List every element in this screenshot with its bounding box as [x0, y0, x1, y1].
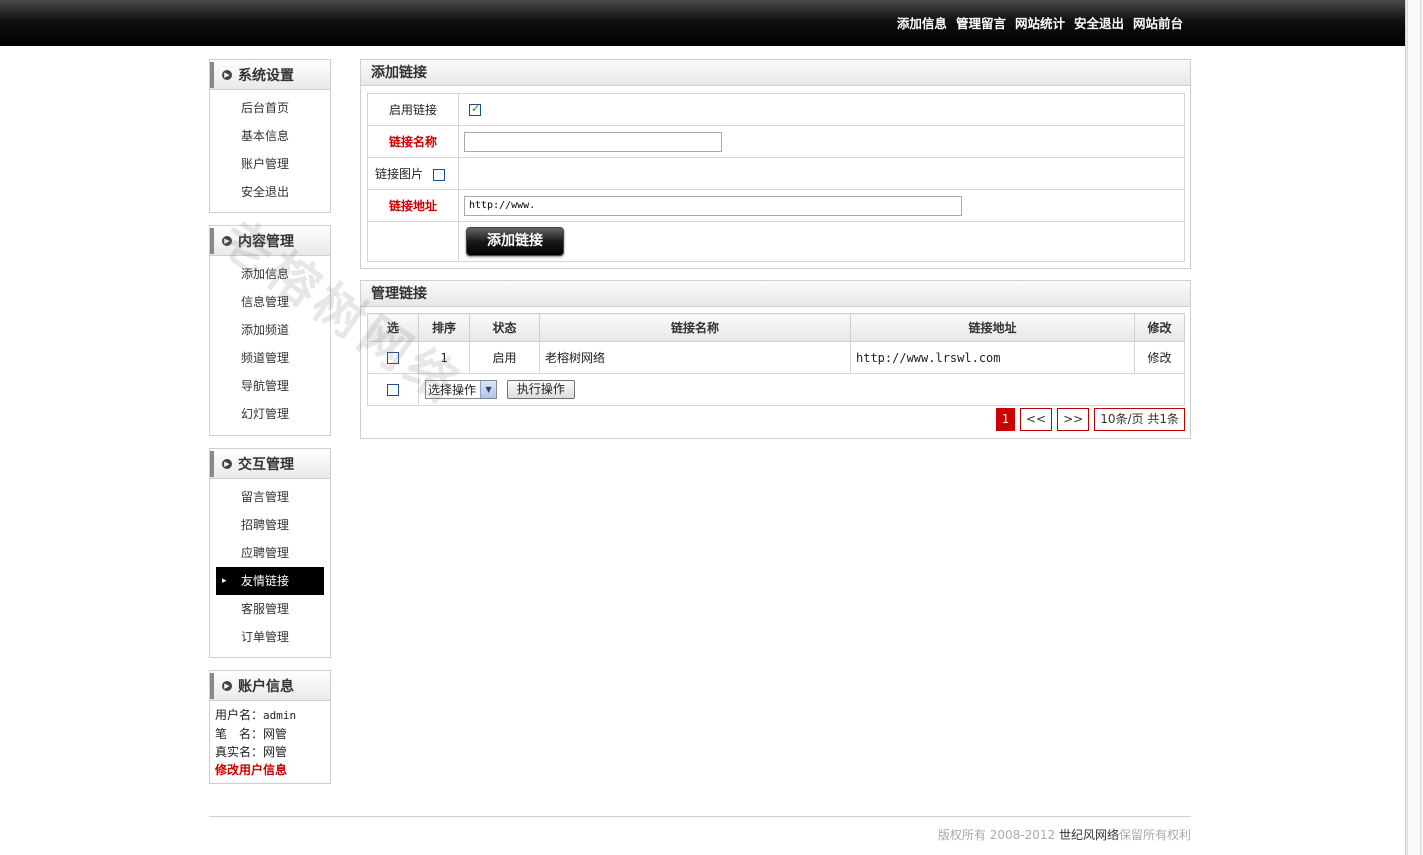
manage-links-panel: 管理链接 选 排序 状态 链接名称 链接地址 修改 1 启用 老榕树网络 htt… — [360, 280, 1191, 439]
col-order: 排序 — [418, 313, 470, 342]
account-realname-row: 真实名：网管 — [215, 743, 325, 761]
sidebar-title: 交互管理 — [238, 456, 294, 473]
add-link-panel: 添加链接 启用链接 链接名称 链接图片 链接地址 添加链接 — [360, 59, 1191, 269]
link-image-cell: 链接图片 — [367, 157, 459, 190]
account-username-row: 用户名：admin — [215, 706, 325, 725]
sidebar-item-add-info[interactable]: 添加信息 — [216, 260, 324, 288]
sidebar-item-info-manage[interactable]: 信息管理 — [216, 288, 324, 316]
row-edit-link[interactable]: 修改 — [1134, 341, 1185, 374]
page-prev-button[interactable]: << — [1020, 408, 1053, 431]
username-value: admin — [263, 709, 297, 722]
sidebar-header: ▶ 系统设置 — [210, 60, 330, 90]
link-image-label: 链接图片 — [375, 167, 424, 181]
footer-copyright: 版权所有 2008-2012 — [937, 828, 1059, 842]
top-nav-site-front[interactable]: 网站前台 — [1133, 13, 1183, 32]
table-row: 1 启用 老榕树网络 http://www.lrswl.com 修改 — [367, 341, 1185, 374]
sidebar-header: ▶ 交互管理 — [210, 449, 330, 479]
sidebar-item-recruit[interactable]: 招聘管理 — [216, 511, 324, 539]
sidebar-item-messages[interactable]: 留言管理 — [216, 483, 324, 511]
batch-action-selected: 选择操作 — [428, 383, 477, 397]
top-nav: 添加信息 管理留言 网站统计 安全退出 网站前台 — [897, 13, 1183, 32]
arrow-bullet-icon: ▶ — [222, 680, 232, 691]
top-nav-add-info[interactable]: 添加信息 — [897, 13, 947, 32]
nick-value: 网管 — [263, 727, 288, 741]
top-nav-manage-messages[interactable]: 管理留言 — [956, 13, 1006, 32]
sidebar-item-applicants[interactable]: 应聘管理 — [216, 539, 324, 567]
sidebar-header: ▶ 内容管理 — [210, 226, 330, 256]
enable-link-label: 启用链接 — [367, 93, 459, 126]
arrow-bullet-icon: ▶ — [222, 458, 232, 469]
sidebar-item-friend-links[interactable]: 友情链接 — [216, 567, 324, 595]
sidebar-interaction-management: ▶ 交互管理 留言管理 招聘管理 应聘管理 友情链接 客服管理 订单管理 — [209, 448, 331, 658]
username-label: 用户名： — [215, 708, 264, 722]
sidebar-title: 账户信息 — [238, 678, 294, 695]
sidebar-header: ▶ 账户信息 — [210, 671, 330, 701]
sidebar-content-management: ▶ 内容管理 添加信息 信息管理 添加频道 频道管理 导航管理 幻灯管理 — [209, 225, 331, 436]
link-url-label: 链接地址 — [367, 189, 459, 222]
top-nav-logout[interactable]: 安全退出 — [1074, 13, 1124, 32]
page-next-button[interactable]: >> — [1057, 408, 1090, 431]
edit-user-info-link[interactable]: 修改用户信息 — [215, 761, 325, 779]
sidebar-item-customer-service[interactable]: 客服管理 — [216, 595, 324, 623]
sidebar-account-info: ▶ 账户信息 用户名：admin 笔 名：网管 真实名：网管 修改用户信息 — [209, 670, 331, 784]
chevron-down-icon: ▼ — [480, 381, 497, 398]
sidebar-item-nav-manage[interactable]: 导航管理 — [216, 372, 324, 400]
enable-link-checkbox[interactable] — [469, 102, 481, 116]
sidebar-item-orders[interactable]: 订单管理 — [216, 623, 324, 651]
footer-brand: 世纪风网络 — [1058, 828, 1119, 842]
link-url-input[interactable] — [464, 195, 962, 216]
footer-rights: 保留所有权利 — [1118, 828, 1191, 842]
realname-label: 真实名： — [215, 745, 264, 759]
sidebar-item-slide-manage[interactable]: 幻灯管理 — [216, 400, 324, 428]
footer: 版权所有 2008-2012 世纪风网络保留所有权利 — [938, 826, 1191, 843]
sidebar-item-add-channel[interactable]: 添加频道 — [216, 316, 324, 344]
panel-title: 管理链接 — [361, 281, 1190, 307]
col-select: 选 — [367, 313, 419, 342]
nick-label: 笔 名： — [215, 727, 264, 741]
sidebar-title: 系统设置 — [238, 67, 294, 84]
page-current[interactable]: 1 — [995, 408, 1016, 431]
link-name-input[interactable] — [464, 131, 722, 152]
realname-value: 网管 — [263, 745, 288, 759]
arrow-bullet-icon: ▶ — [222, 69, 232, 80]
sidebar-title: 内容管理 — [238, 233, 294, 250]
row-url: http://www.lrswl.com — [850, 341, 1135, 374]
select-all-checkbox[interactable] — [387, 384, 399, 396]
batch-action-select[interactable]: 选择操作 ▼ — [425, 380, 498, 399]
row-name: 老榕树网络 — [539, 341, 851, 374]
page-info: 10条/页 共1条 — [1094, 408, 1185, 431]
add-link-form: 启用链接 链接名称 链接图片 链接地址 添加链接 — [367, 93, 1185, 262]
links-table: 选 排序 状态 链接名称 链接地址 修改 1 启用 老榕树网络 http://w… — [367, 313, 1185, 406]
panel-title: 添加链接 — [361, 60, 1190, 86]
arrow-bullet-icon: ▶ — [222, 235, 232, 246]
sidebar-system-settings: ▶ 系统设置 后台首页 基本信息 账户管理 安全退出 — [209, 59, 331, 213]
execute-action-button[interactable]: 执行操作 — [506, 380, 575, 399]
row-order: 1 — [418, 341, 470, 374]
top-bar: 添加信息 管理留言 网站统计 安全退出 网站前台 — [0, 0, 1405, 46]
sidebar-item-home[interactable]: 后台首页 — [216, 94, 324, 122]
add-link-button[interactable]: 添加链接 — [466, 227, 564, 256]
row-status: 启用 — [469, 341, 540, 374]
sidebar-item-account[interactable]: 账户管理 — [216, 150, 324, 178]
col-name: 链接名称 — [539, 313, 851, 342]
link-image-checkbox[interactable] — [432, 168, 445, 181]
sidebar-item-logout[interactable]: 安全退出 — [216, 178, 324, 206]
top-nav-site-stats[interactable]: 网站统计 — [1015, 13, 1065, 32]
col-edit: 修改 — [1134, 313, 1185, 342]
row-select-checkbox[interactable] — [387, 352, 399, 364]
sidebar-item-basic-info[interactable]: 基本信息 — [216, 122, 324, 150]
pagination: 1 << >> 10条/页 共1条 — [995, 408, 1185, 431]
footer-divider — [209, 816, 1191, 817]
sidebar-item-channel-manage[interactable]: 频道管理 — [216, 344, 324, 372]
col-status: 状态 — [469, 313, 540, 342]
account-nick-row: 笔 名：网管 — [215, 725, 325, 743]
scrollbar-thumb[interactable] — [1407, 0, 1421, 855]
link-name-label: 链接名称 — [367, 125, 459, 158]
col-url: 链接地址 — [850, 313, 1135, 342]
